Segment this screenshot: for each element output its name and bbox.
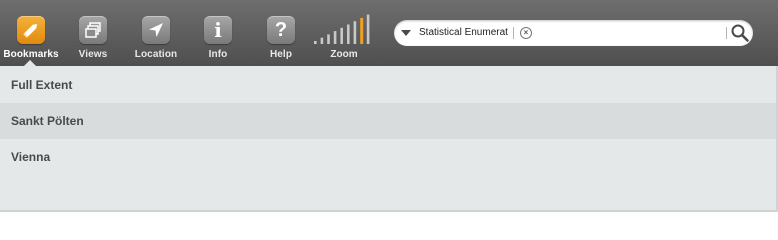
location-arrow-icon (142, 16, 170, 44)
help-icon: ? (267, 16, 295, 44)
info-label: Info (208, 49, 228, 60)
info-tool[interactable]: i Info (187, 16, 249, 64)
views-label: Views (78, 49, 108, 60)
bookmark-pencil-icon (17, 16, 45, 44)
zoom-bar[interactable] (333, 31, 337, 44)
help-tool[interactable]: ? Help (250, 16, 312, 64)
zoom-label: Zoom (330, 49, 358, 60)
search-source-label[interactable]: Statistical Enumerat (419, 27, 508, 38)
toolbar: Bookmarks Views Location i Info ? Help Z… (0, 0, 778, 66)
bookmark-item[interactable]: Full Extent (0, 67, 776, 103)
bookmark-label: Full Extent (11, 78, 73, 92)
bookmark-label: Sankt Pölten (11, 114, 84, 128)
help-label: Help (269, 49, 293, 60)
search-box: Statistical Enumerat × (394, 20, 753, 46)
zoom-bar-current[interactable] (360, 17, 364, 44)
bookmarks-tool[interactable]: Bookmarks (0, 16, 62, 64)
zoom-bar[interactable] (340, 27, 343, 44)
search-divider (513, 27, 514, 39)
search-source-dropdown-icon[interactable] (401, 30, 411, 36)
bookmark-label: Vienna (11, 150, 51, 164)
search-icon[interactable] (730, 23, 750, 43)
zoom-control[interactable]: Zoom (312, 14, 376, 62)
views-icon (79, 16, 107, 44)
zoom-bar[interactable] (314, 41, 317, 44)
map-app: Bookmarks Views Location i Info ? Help Z… (0, 0, 778, 212)
zoom-bar[interactable] (320, 37, 324, 44)
info-icon: i (204, 16, 232, 44)
zoom-bar[interactable] (347, 24, 350, 45)
clear-icon[interactable]: × (520, 27, 532, 39)
help-glyph: ? (274, 19, 288, 41)
location-tool[interactable]: Location (125, 16, 187, 64)
zoom-bars[interactable] (312, 14, 376, 46)
bookmark-item[interactable]: Vienna (0, 139, 776, 175)
bookmark-item[interactable]: Sankt Pölten (0, 103, 776, 139)
bookmarks-panel: Full Extent Sankt Pölten Vienna (0, 66, 778, 212)
zoom-bar[interactable] (327, 34, 330, 44)
zoom-bar[interactable] (366, 14, 370, 44)
search-divider-2 (726, 27, 727, 39)
location-label: Location (134, 49, 178, 60)
search-input[interactable] (536, 24, 722, 42)
info-glyph: i (214, 18, 222, 42)
bookmarks-label: Bookmarks (3, 49, 59, 60)
zoom-bar[interactable] (353, 21, 357, 44)
views-tool[interactable]: Views (62, 16, 124, 64)
